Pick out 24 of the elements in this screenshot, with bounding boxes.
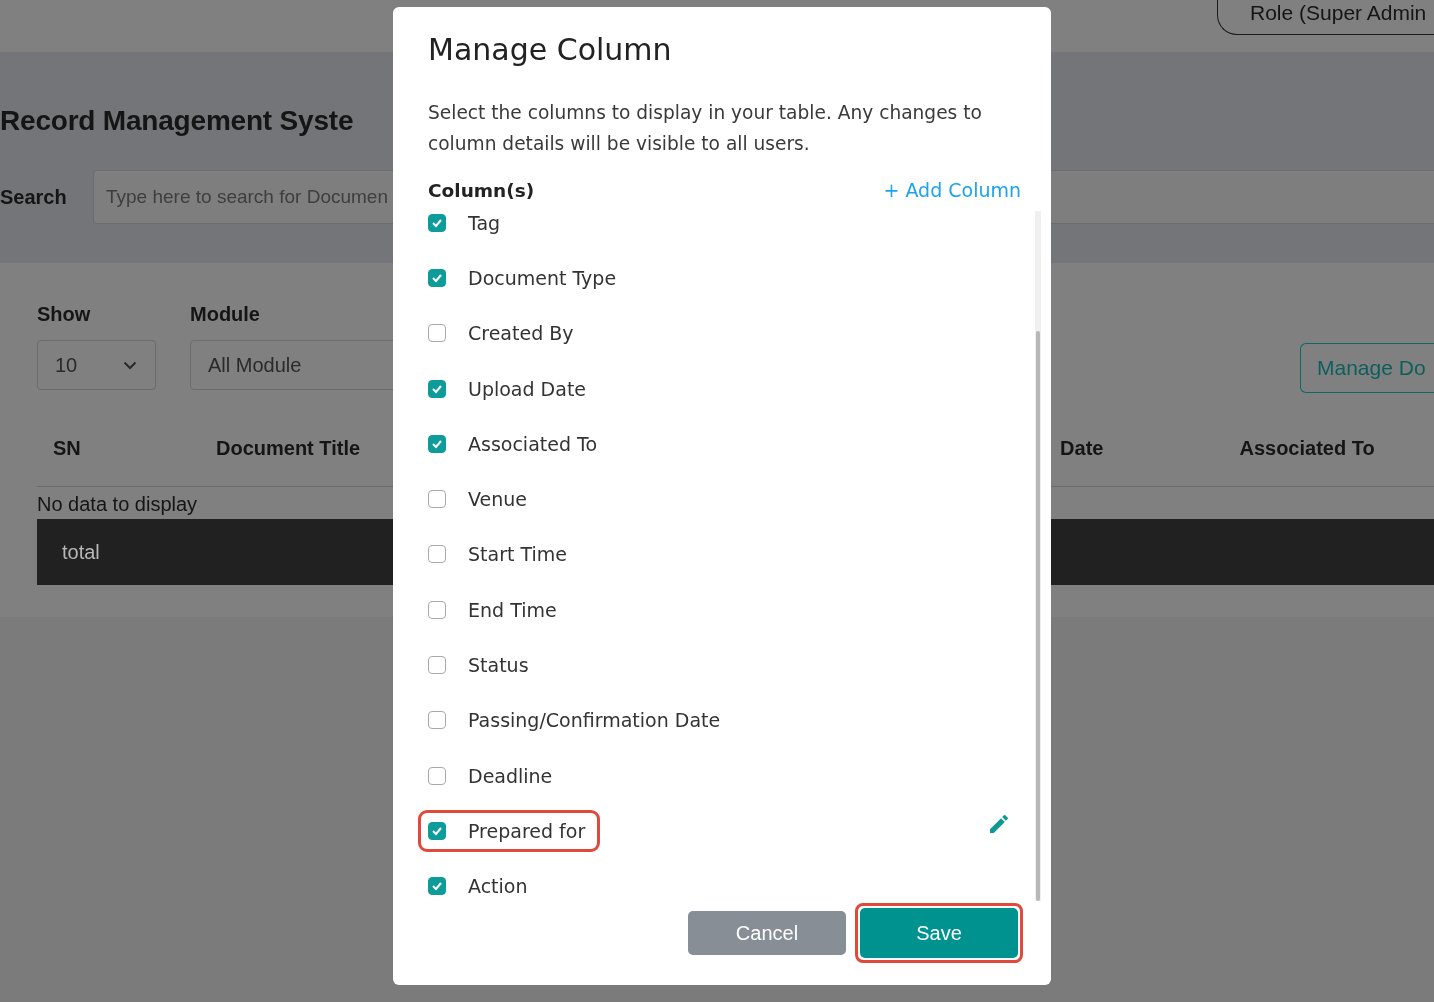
column-label: Document Type	[468, 266, 617, 289]
dialog-description: Select the columns to display in your table. Any changes to column details will be visible to all users.	[428, 101, 983, 156]
column-label: Passing/Confirmation Date	[468, 709, 721, 732]
filter-label: Module	[190, 303, 261, 326]
column-label: Status	[468, 654, 529, 676]
column-label: Associated To	[468, 432, 598, 455]
column-label: Deadline	[468, 764, 553, 787]
column-header: SN	[53, 437, 82, 460]
filter-label: Show	[37, 303, 92, 326]
column-header: Associated To	[1239, 437, 1375, 460]
column-label: Tag	[468, 211, 501, 234]
column-header: Date	[1060, 437, 1104, 460]
column-label: Prepared for	[468, 819, 586, 842]
section-label: Column(s)	[428, 179, 535, 201]
search-label: Search	[0, 185, 68, 209]
column-header: Document Title	[216, 437, 361, 460]
column-label: Venue	[468, 488, 527, 511]
column-label: End Time	[468, 598, 557, 621]
page-title: Record Management Syste	[0, 104, 354, 138]
column-label: Action	[468, 875, 528, 898]
column-label: Start Time	[468, 543, 567, 566]
total-label: total	[62, 540, 100, 564]
dialog-title: Manage Column	[428, 33, 673, 67]
empty-message: No data to display	[37, 492, 198, 517]
